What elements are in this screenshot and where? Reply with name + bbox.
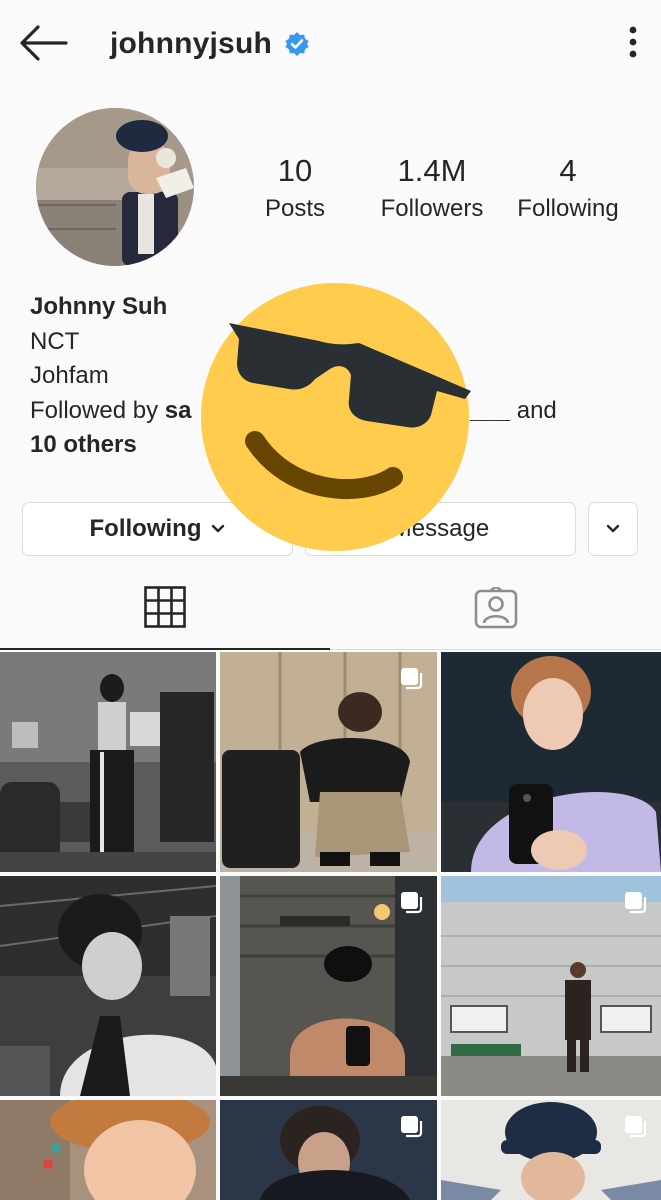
stat-value: 1.4M (397, 153, 467, 188)
top-bar: johnnyjsuh (0, 0, 661, 88)
verified-badge-icon (285, 32, 309, 56)
post-thumbnail[interactable] (441, 1100, 661, 1200)
multiple-posts-icon (401, 668, 423, 690)
multiple-posts-icon (401, 892, 423, 914)
profile-avatar[interactable] (36, 108, 194, 266)
followed-by-prefix: Followed by (30, 396, 165, 424)
more-vertical-icon[interactable] (627, 24, 639, 60)
sunglasses-emoji-icon (201, 283, 471, 551)
post-image (441, 652, 661, 872)
multiple-posts-icon (401, 1116, 423, 1138)
followers-count[interactable]: 1.4M Followers (381, 152, 484, 224)
post-image (0, 1100, 216, 1200)
post-thumbnail[interactable] (441, 652, 661, 872)
profile-tabs (0, 566, 661, 650)
post-image (0, 876, 216, 1096)
tagged-person-icon (474, 586, 517, 628)
suggested-accounts-button[interactable] (588, 502, 638, 556)
stat-label: Following (517, 195, 619, 222)
post-thumbnail[interactable] (220, 1100, 437, 1200)
post-thumbnail[interactable] (0, 652, 216, 872)
followed-by-and: and (510, 396, 557, 424)
username: johnnyjsuh (110, 27, 272, 60)
multiple-posts-icon (625, 892, 647, 914)
tab-tagged[interactable] (330, 566, 661, 650)
tab-posts-grid[interactable] (0, 566, 330, 650)
stat-label: Posts (264, 195, 326, 222)
post-thumbnail[interactable] (0, 876, 216, 1096)
stat-value: 4 (559, 153, 577, 188)
post-thumbnail[interactable] (220, 652, 437, 872)
posts-count[interactable]: 10 Posts (265, 152, 325, 224)
post-thumbnail[interactable] (441, 876, 661, 1096)
username-header: johnnyjsuh (110, 24, 310, 64)
avatar-image (36, 108, 194, 266)
post-thumbnail[interactable] (0, 1100, 216, 1200)
stat-label: Followers (380, 195, 484, 222)
following-button-label: Following (89, 515, 202, 542)
stat-value: 10 (277, 153, 313, 188)
followed-by-user[interactable]: sa (165, 397, 192, 424)
arrow-left-icon[interactable] (18, 24, 68, 62)
grid-icon (144, 586, 186, 628)
followed-by-user-2[interactable]: ___ (470, 397, 510, 424)
chevron-down-icon (606, 524, 620, 533)
posts-grid (0, 652, 661, 1200)
multiple-posts-icon (625, 1116, 647, 1138)
post-image (0, 652, 216, 872)
post-thumbnail[interactable] (220, 876, 437, 1096)
following-count[interactable]: 4 Following (517, 152, 618, 224)
